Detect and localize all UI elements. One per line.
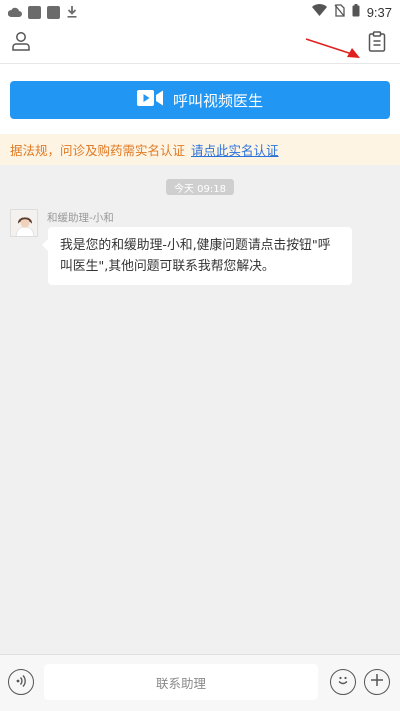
wifi-icon bbox=[311, 4, 327, 20]
notice-text: 据法规，问诊及购药需实名认证 bbox=[10, 143, 186, 158]
notification-square-icon bbox=[28, 5, 41, 19]
cloud-icon bbox=[7, 3, 22, 22]
chat-timestamp: 今天 09:18 bbox=[166, 179, 234, 195]
message-input[interactable]: 联系助理 bbox=[44, 664, 318, 700]
call-doctor-area: 呼叫视频医生 bbox=[0, 64, 400, 134]
voice-button[interactable] bbox=[8, 669, 34, 695]
status-time: 9:37 bbox=[366, 4, 392, 20]
message-sender: 和缓助理-小和 bbox=[47, 212, 114, 224]
bubble-tail bbox=[42, 239, 48, 251]
status-left-icons bbox=[7, 3, 78, 22]
status-right-icons: 9:37 bbox=[311, 3, 392, 21]
bottom-input-bar: 联系助理 bbox=[0, 654, 400, 711]
clipboard-button[interactable] bbox=[364, 30, 390, 56]
input-placeholder: 联系助理 bbox=[155, 675, 206, 691]
plus-icon bbox=[369, 672, 385, 692]
status-bar: 9:37 bbox=[0, 0, 400, 24]
user-profile-button[interactable] bbox=[8, 30, 34, 56]
user-profile-icon bbox=[11, 31, 31, 55]
emoji-icon bbox=[335, 672, 351, 692]
clipboard-icon bbox=[368, 30, 386, 56]
no-sim-icon bbox=[334, 3, 345, 21]
video-camera-icon bbox=[136, 89, 163, 111]
battery-icon bbox=[352, 3, 360, 21]
message-text: 我是您的和缓助理-小和,健康问题请点击按钮"呼叫医生",其他问题可联系我帮您解决… bbox=[60, 238, 331, 274]
message-bubble: 我是您的和缓助理-小和,健康问题请点击按钮"呼叫医生",其他问题可联系我帮您解决… bbox=[42, 227, 352, 285]
more-button[interactable] bbox=[364, 669, 390, 695]
notification-square-icon bbox=[47, 5, 60, 19]
call-video-doctor-button[interactable]: 呼叫视频医生 bbox=[10, 81, 390, 119]
header bbox=[0, 24, 400, 64]
red-arrow-annotation bbox=[305, 38, 361, 64]
call-button-label: 呼叫视频医生 bbox=[172, 91, 263, 110]
real-name-notice: 据法规，问诊及购药需实名认证 请点此实名认证 bbox=[0, 134, 400, 165]
emoji-button[interactable] bbox=[330, 669, 356, 695]
voice-icon bbox=[14, 673, 28, 692]
assistant-avatar[interactable] bbox=[10, 209, 38, 237]
download-icon bbox=[66, 3, 78, 22]
real-name-link[interactable]: 请点此实名认证 bbox=[191, 140, 279, 159]
